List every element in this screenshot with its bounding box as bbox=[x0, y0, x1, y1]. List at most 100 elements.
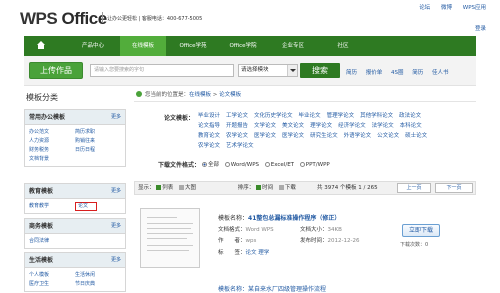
sidebar-item[interactable]: 财务税务 bbox=[29, 146, 75, 155]
filter-item[interactable]: 毕业论文 bbox=[299, 113, 321, 119]
top-link-apps[interactable]: WPS应用 bbox=[463, 5, 486, 11]
prev-page-button[interactable]: 上一页 bbox=[397, 183, 431, 193]
filter-item[interactable]: 经济学论文 bbox=[338, 123, 366, 129]
filter-item[interactable]: 硕士论文 bbox=[405, 133, 427, 139]
side-panel-head: 生活模板 更多 bbox=[25, 253, 125, 268]
filter-item[interactable]: 工学论文 bbox=[226, 113, 248, 119]
top-header: WPS Office 让办公更轻松 | 客服电话：400-677-5005 论坛… bbox=[0, 0, 500, 36]
nav-item-community[interactable]: 社区 bbox=[320, 36, 366, 56]
sidebar-item[interactable]: 医疗卫生 bbox=[29, 280, 75, 289]
sidebar-item[interactable]: 文档背景 bbox=[29, 155, 75, 164]
sidebar-item[interactable]: 办公范文 bbox=[29, 128, 75, 137]
filter-item[interactable]: 教育论文 bbox=[198, 133, 220, 139]
thumb-line bbox=[147, 250, 189, 251]
nav-item-academy[interactable]: Office学院 bbox=[220, 36, 266, 56]
login-link[interactable]: 登录 bbox=[475, 24, 486, 32]
format-label: 下载文件格式： bbox=[158, 162, 201, 169]
search-bar: 上传作品 请输入您要搜索的字句 请选择模块 搜索 简历 报价单 4S圈 简历 佳… bbox=[24, 56, 476, 86]
top-link-forum[interactable]: 论坛 bbox=[419, 5, 430, 11]
hot-tag[interactable]: 简历 bbox=[412, 70, 423, 76]
filter-item[interactable]: 农学论文 bbox=[198, 143, 220, 149]
sidebar-item[interactable]: 节日庆典 bbox=[75, 280, 121, 289]
filter-item[interactable]: 文化历史学论文 bbox=[254, 113, 293, 119]
grid-view-label[interactable]: 大图 bbox=[185, 185, 196, 191]
sidebar-item[interactable]: 合同法律 bbox=[29, 237, 75, 246]
sidebar-item-thesis-selected[interactable]: 论文 bbox=[75, 202, 97, 211]
grid-view-icon[interactable] bbox=[179, 184, 185, 190]
format-radio-all[interactable] bbox=[202, 161, 207, 167]
sort-time-icon[interactable] bbox=[256, 184, 262, 190]
document-title-next[interactable]: 模板名称：某自来水厂四级管理操作流程 bbox=[218, 284, 326, 293]
sidebar-item[interactable]: 日历日程 bbox=[75, 146, 121, 155]
nav-item-learning[interactable]: Office学苑 bbox=[170, 36, 216, 56]
next-page-button[interactable]: 下一页 bbox=[435, 183, 473, 193]
doc-tag-links[interactable]: 论文 理学 bbox=[246, 250, 270, 256]
sort-download-icon[interactable] bbox=[278, 184, 284, 190]
document-thumbnail[interactable] bbox=[140, 208, 200, 268]
filter-item[interactable]: 法学论文 bbox=[372, 123, 394, 129]
filter-item[interactable]: 研究生论文 bbox=[310, 133, 338, 139]
filter-item[interactable]: 外语学论文 bbox=[344, 133, 372, 139]
filter-item[interactable]: 管理学论文 bbox=[327, 113, 355, 119]
format-radio-ppt[interactable] bbox=[299, 161, 305, 167]
logo-divider bbox=[102, 12, 103, 22]
doc-field-value: Word WPS bbox=[245, 227, 274, 233]
nav-item-products[interactable]: 产品中心 bbox=[70, 36, 116, 56]
filter-item[interactable]: 医学论文 bbox=[254, 133, 276, 139]
doc-field-key: 作 者： bbox=[218, 238, 246, 244]
filter-item[interactable]: 理学论文 bbox=[310, 123, 332, 129]
top-links: 论坛 微博 WPS应用 bbox=[410, 3, 486, 11]
more-link[interactable]: 更多 bbox=[111, 253, 121, 268]
nav-home[interactable] bbox=[24, 36, 58, 56]
sort-download-label[interactable]: 下载 bbox=[285, 185, 296, 191]
format-radio-word[interactable] bbox=[224, 161, 230, 167]
document-title-link[interactable]: 41整包总漏标准操作程序（修正） bbox=[248, 215, 340, 222]
sidebar-item[interactable]: 个人模板 bbox=[29, 271, 75, 280]
search-input[interactable]: 请输入您要搜索的字句 bbox=[90, 64, 234, 77]
hot-tag[interactable]: 佳人书 bbox=[432, 70, 449, 76]
side-panel-office: 常用办公模板 更多 办公范文 简历求职 人力资源 购销往来 财务税务 日历日程 文档背… bbox=[24, 109, 126, 167]
upload-button[interactable]: 上传作品 bbox=[29, 62, 83, 79]
filter-item[interactable]: 论文指导 bbox=[198, 123, 220, 129]
hot-tag[interactable]: 报价单 bbox=[366, 70, 383, 76]
logo-main: WPS bbox=[20, 9, 58, 28]
category-select[interactable]: 请选择模块 bbox=[238, 64, 298, 77]
filter-item[interactable]: 政法论文 bbox=[399, 113, 421, 119]
search-button[interactable]: 搜索 bbox=[300, 63, 340, 78]
sidebar-item[interactable]: 教育教学 bbox=[29, 202, 75, 211]
breadcrumb-link-templates[interactable]: 在线模板 bbox=[189, 92, 211, 98]
thumb-line bbox=[147, 238, 187, 239]
breadcrumb-prefix: 您当前的位置是： bbox=[145, 92, 190, 98]
filter-item[interactable]: 美文论文 bbox=[282, 123, 304, 129]
sidebar-item[interactable]: 简历求职 bbox=[75, 128, 121, 137]
format-radio-excel[interactable] bbox=[264, 161, 270, 167]
list-view-icon[interactable] bbox=[156, 184, 162, 190]
filter-item[interactable]: 公文论文 bbox=[377, 133, 399, 139]
more-link[interactable]: 更多 bbox=[111, 110, 121, 125]
filter-item[interactable]: 文学论文 bbox=[254, 123, 276, 129]
sidebar-item[interactable]: 生活休闲 bbox=[75, 271, 121, 280]
filter-item[interactable]: 农学论文 bbox=[226, 133, 248, 139]
sidebar-item[interactable]: 购销往来 bbox=[75, 137, 121, 146]
filter-item[interactable]: 开题报告 bbox=[226, 123, 248, 129]
filter-item[interactable]: 本科论文 bbox=[400, 123, 422, 129]
hot-tag[interactable]: 简历 bbox=[346, 70, 357, 76]
sort-time-label[interactable]: 时间 bbox=[262, 185, 273, 191]
filter-item[interactable]: 医学论文 bbox=[282, 133, 304, 139]
more-link[interactable]: 更多 bbox=[111, 184, 121, 199]
list-toolbar: 显示： 列表 大图 排序： 时间 下载 共 3974 个模板 1 / 265 上… bbox=[134, 181, 476, 195]
filter-item[interactable]: 毕业设计 bbox=[198, 113, 220, 119]
hot-tag[interactable]: 4S圈 bbox=[391, 70, 404, 76]
nav-item-templates[interactable]: 在线模板 bbox=[120, 36, 166, 56]
nav-item-enterprise[interactable]: 企业专区 bbox=[270, 36, 316, 56]
breadcrumb-link-thesis[interactable]: 论文模板 bbox=[219, 92, 241, 98]
top-link-weibo[interactable]: 微博 bbox=[441, 5, 452, 11]
sidebar-item[interactable]: 人力资源 bbox=[29, 137, 75, 146]
download-button[interactable]: 立即下载 bbox=[402, 224, 440, 237]
side-panel-items: 教育教学 论文 bbox=[25, 199, 125, 213]
wps-logo[interactable]: WPS Office bbox=[20, 9, 107, 29]
filter-item[interactable]: 艺术学论文 bbox=[226, 143, 254, 149]
list-view-label[interactable]: 列表 bbox=[162, 185, 173, 191]
more-link[interactable]: 更多 bbox=[111, 219, 121, 234]
filter-item[interactable]: 其他学科论文 bbox=[360, 113, 393, 119]
